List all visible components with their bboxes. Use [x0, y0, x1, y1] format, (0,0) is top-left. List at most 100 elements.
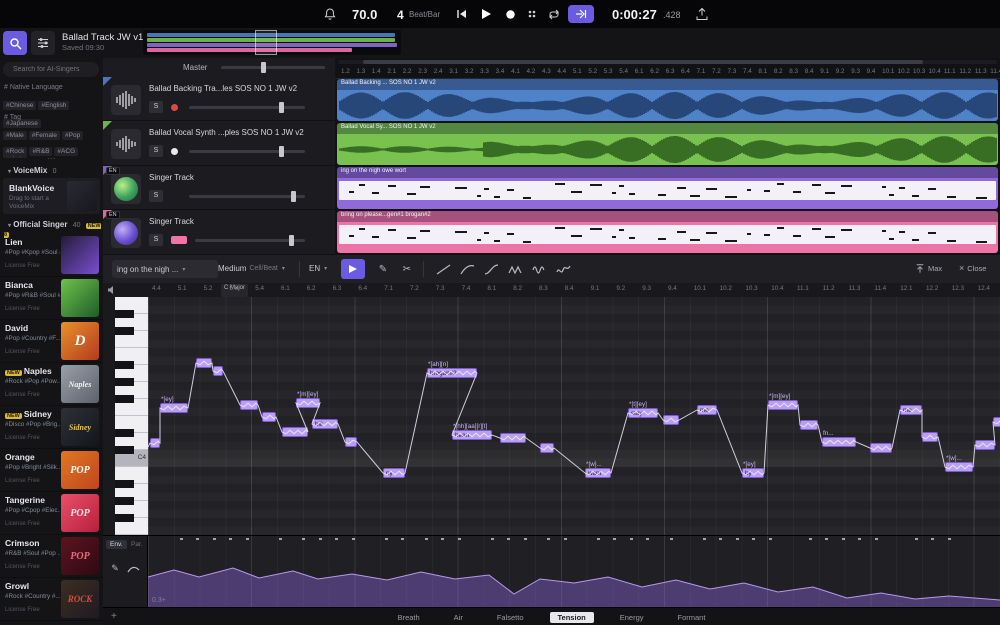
- record-button[interactable]: [500, 5, 520, 23]
- note[interactable]: *[w]...: [945, 462, 973, 472]
- record-arm-dot[interactable]: [171, 148, 178, 155]
- singer-avatar[interactable]: [111, 218, 141, 248]
- piano-key-black[interactable]: [115, 514, 134, 522]
- note[interactable]: heart*[hh][aa][r][t]: [452, 430, 492, 440]
- singer-card[interactable]: Bianca#Pop #R&B #Soul #...License Free: [0, 277, 103, 320]
- more-tags-toggle[interactable]: ···: [0, 154, 103, 163]
- param-tab-energy[interactable]: Energy: [612, 612, 652, 623]
- singer-card[interactable]: Growl#Rock #Country #...License FreeROCK: [0, 578, 103, 621]
- vocal-clip[interactable]: ing on the nigh owe wort: [337, 167, 998, 209]
- note[interactable]: *[m][ey]: [296, 398, 320, 408]
- search-input[interactable]: [11, 65, 95, 74]
- singer-card[interactable]: NEWNaples#Rock #Pop #Pow...License FreeN…: [0, 363, 103, 406]
- note[interactable]: *[m][ey]: [768, 400, 798, 410]
- close-editor-button[interactable]: × Close: [959, 263, 986, 273]
- track-name[interactable]: Ballad Backing Tra...les SOS NO 1 JW v2: [149, 84, 331, 93]
- note[interactable]: [540, 443, 554, 453]
- solo-button[interactable]: S: [149, 145, 163, 157]
- note[interactable]: [922, 432, 938, 442]
- zigzag-tool-icon[interactable]: [505, 259, 525, 279]
- param-curve-tool-icon[interactable]: [123, 558, 143, 578]
- beats-per-bar-value[interactable]: 4: [397, 8, 404, 22]
- volume-slider[interactable]: [189, 195, 305, 198]
- volume-slider[interactable]: [189, 106, 305, 109]
- skip-to-start-button[interactable]: [452, 5, 472, 23]
- freehand-tool-icon[interactable]: [553, 259, 573, 279]
- note[interactable]: brogan#2*[ah][n]: [427, 368, 477, 378]
- note[interactable]: [196, 358, 212, 368]
- metronome-icon[interactable]: [522, 5, 542, 23]
- volume-slider[interactable]: [189, 150, 305, 153]
- clip-selector-dropdown[interactable]: ing on the nigh ...▾: [112, 260, 218, 278]
- follow-playhead-button[interactable]: [568, 5, 594, 23]
- parameter-curve-area[interactable]: 0.3+: [148, 535, 1000, 607]
- notification-bell-icon[interactable]: [320, 5, 340, 23]
- note[interactable]: [240, 400, 258, 410]
- note[interactable]: [150, 438, 160, 448]
- note[interactable]: [213, 366, 223, 376]
- vocal-clip[interactable]: bring on please...gen#1 brogan#2: [337, 211, 998, 253]
- play-button[interactable]: [476, 5, 496, 23]
- volume-slider[interactable]: [195, 239, 305, 242]
- project-title[interactable]: Ballad Track JW v1: [62, 32, 143, 43]
- singer-card[interactable]: Tangerine#Pop #Cpop #Elec...License Free…: [0, 492, 103, 535]
- pencil-tool-icon[interactable]: ✎: [373, 259, 393, 279]
- tag-chip[interactable]: #English: [38, 101, 69, 110]
- arrange-area[interactable]: 1.21.31.42.12.22.32.43.13.23.33.44.14.24…: [335, 58, 1000, 255]
- scrollbar-thumb[interactable]: [363, 60, 923, 64]
- tempo-value[interactable]: 70.0: [352, 7, 377, 22]
- singer-library-button[interactable]: [3, 31, 27, 55]
- note[interactable]: [345, 437, 357, 447]
- export-icon[interactable]: [692, 5, 712, 23]
- piano-key-black[interactable]: [115, 310, 134, 318]
- singer-card[interactable]: Orange#Pop #Bright #Silk...License FreeP…: [0, 449, 103, 492]
- piano-key-black[interactable]: [115, 446, 134, 454]
- note[interactable]: by*[ey]: [742, 468, 764, 478]
- note[interactable]: [993, 417, 1000, 427]
- search-box[interactable]: [3, 62, 99, 77]
- play-cursor-tool-button[interactable]: [341, 259, 365, 279]
- solo-button[interactable]: S: [149, 190, 163, 202]
- note[interactable]: *[ey]: [160, 403, 188, 413]
- note[interactable]: stay*[t][ey]: [628, 408, 658, 418]
- curve-tool-icon[interactable]: [457, 259, 477, 279]
- language-dropdown[interactable]: EN ▾: [309, 264, 327, 273]
- clip-color-swatch[interactable]: [171, 236, 187, 244]
- piano-key-black[interactable]: [115, 395, 134, 403]
- piano-key-black[interactable]: [115, 480, 134, 488]
- master-track-row[interactable]: Master: [103, 58, 335, 77]
- overview-view-window[interactable]: [255, 30, 277, 55]
- piano-keyboard[interactable]: C4: [115, 297, 148, 535]
- tab-envelope[interactable]: Env.: [106, 540, 127, 549]
- singer-card[interactable]: NEWSidney#Disco #Pop #Brig...License Fre…: [0, 406, 103, 449]
- note[interactable]: [663, 415, 679, 425]
- tag-chip[interactable]: #Female: [29, 131, 60, 140]
- param-tab-tension[interactable]: Tension: [550, 612, 594, 623]
- track-header-row[interactable]: Ballad Vocal Synth ...ples SOS NO 1 JW v…: [103, 121, 335, 166]
- param-tab-falsetto[interactable]: Falsetto: [489, 612, 532, 623]
- solo-button[interactable]: S: [149, 234, 163, 246]
- param-tab-breath[interactable]: Breath: [390, 612, 428, 623]
- note[interactable]: [282, 427, 308, 437]
- grid-mode-dropdown[interactable]: Medium Cell/Beat ▾: [218, 264, 285, 273]
- piano-key-black[interactable]: [115, 327, 134, 335]
- scissors-tool-icon[interactable]: ✂: [397, 259, 417, 279]
- maximize-button[interactable]: Max: [915, 263, 942, 274]
- sine-tool-icon[interactable]: [529, 259, 549, 279]
- note[interactable]: want*[w]...: [585, 468, 611, 478]
- singer-card[interactable]: Crimson#R&B #Soul #Pop ...License FreePO…: [0, 535, 103, 578]
- timeline-ruler[interactable]: 1.21.31.42.12.22.32.43.13.23.33.44.14.24…: [335, 66, 1000, 79]
- piano-key-black[interactable]: [115, 378, 134, 386]
- note[interactable]: fn...: [822, 437, 856, 447]
- param-tab-formant[interactable]: Formant: [670, 612, 714, 623]
- record-arm-dot[interactable]: [171, 104, 178, 111]
- note[interactable]: me: [900, 405, 922, 415]
- note[interactable]: ny: [383, 468, 405, 478]
- tag-chip[interactable]: #Male: [3, 131, 27, 140]
- master-volume-slider[interactable]: [221, 66, 325, 69]
- note[interactable]: [500, 433, 526, 443]
- piano-key-black[interactable]: [115, 497, 134, 505]
- param-pencil-tool-icon[interactable]: ✎: [105, 558, 125, 578]
- track-name[interactable]: Ballad Vocal Synth ...ples SOS NO 1 JW v…: [149, 128, 331, 137]
- editor-ruler[interactable]: C Major 4.45.15.25.35.46.16.26.36.47.17.…: [103, 283, 1000, 298]
